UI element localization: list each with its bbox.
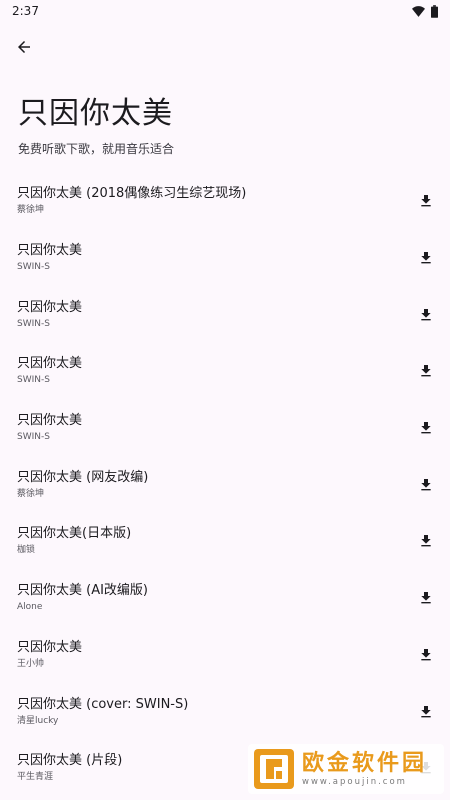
song-artist: 蔡徐坤 [17, 488, 45, 499]
app-bar [0, 22, 450, 72]
song-item[interactable]: 只因你太美 SWIN-S [0, 286, 450, 343]
watermark-logo [254, 749, 294, 789]
page-subtitle: 免费听歌下歌，就用音乐适合 [18, 142, 175, 156]
song-item[interactable]: 只因你太美 (2018偶像练习生综艺现场) 蔡徐坤 [0, 173, 450, 230]
song-artist: SWIN-S [17, 375, 50, 386]
song-title: 只因你太美 [17, 356, 83, 372]
download-button[interactable] [414, 359, 438, 383]
song-text: 只因你太美 SWIN-S [17, 242, 82, 274]
song-artist: SWIN-S [17, 318, 50, 329]
song-artist: 王小帅 [17, 658, 45, 669]
page-title: 只因你太美 [18, 96, 173, 131]
song-title: 只因你太美 (片段) [17, 753, 123, 769]
song-text: 只因你太美 (片段) 平生青涯 [17, 752, 122, 784]
song-item[interactable]: 只因你太美 王小帅 [0, 627, 450, 684]
download-button[interactable] [414, 246, 438, 270]
status-icons [412, 4, 438, 18]
song-text: 只因你太美 (cover: SWIN-S) 清星lucky [17, 696, 188, 728]
battery-icon [431, 4, 438, 18]
download-button[interactable] [414, 303, 438, 327]
download-icon [421, 535, 431, 547]
download-button[interactable] [414, 189, 438, 213]
status-time: 2:37 [12, 4, 39, 18]
song-artist: 清星lucky [17, 715, 59, 726]
watermark: 欧金软件园 www.apoujin.com [248, 744, 444, 794]
song-title: 只因你太美 (AI改编版) [17, 583, 149, 599]
song-item[interactable]: 只因你太美 SWIN-S [0, 230, 450, 287]
song-list: 只因你太美 (2018偶像练习生综艺现场) 蔡徐坤 只因你太美 SWIN-S 只因你太美… [0, 173, 450, 797]
song-title: 只因你太美 [17, 639, 83, 655]
wifi-icon [412, 5, 425, 17]
watermark-text: 欧金软件园 [302, 751, 428, 776]
download-button[interactable] [414, 586, 438, 610]
back-button[interactable] [12, 35, 36, 59]
song-item[interactable]: 只因你太美 SWIN-S [0, 343, 450, 400]
song-item[interactable]: 只因你太美 (AI改编版) Alone [0, 570, 450, 627]
song-text: 只因你太美 (2018偶像练习生综艺现场) 蔡徐坤 [17, 185, 246, 217]
song-text: 只因你太美 王小帅 [17, 639, 82, 671]
download-icon [421, 308, 431, 321]
song-title: 只因你太美 [17, 243, 83, 259]
song-title: 只因你太美(日本版) [17, 526, 132, 542]
song-text: 只因你太美 (网友改编) 蔡徐坤 [17, 469, 148, 501]
song-text: 只因你太美 (AI改编版) Alone [17, 582, 148, 614]
song-artist: SWIN-S [17, 432, 50, 443]
song-artist: 平生青涯 [17, 772, 54, 783]
song-text: 只因你太美 SWIN-S [17, 299, 82, 331]
song-artist: Alone [17, 602, 43, 613]
song-text: 只因你太美 SWIN-S [17, 412, 82, 444]
download-icon [421, 422, 431, 434]
arrow-left-icon [18, 41, 30, 53]
download-button[interactable] [414, 529, 438, 553]
song-artist: 枷锁 [17, 545, 36, 556]
song-artist: 蔡徐坤 [17, 205, 45, 216]
song-title: 只因你太美 (cover: SWIN-S) [17, 696, 189, 712]
song-artist: SWIN-S [17, 262, 50, 273]
song-item[interactable]: 只因你太美(日本版) 枷锁 [0, 513, 450, 570]
page-header: 只因你太美 免费听歌下歌，就用音乐适合 [0, 72, 450, 157]
song-item[interactable]: 只因你太美 (网友改编) 蔡徐坤 [0, 456, 450, 513]
song-title: 只因你太美 [17, 413, 83, 429]
download-button[interactable] [414, 416, 438, 440]
watermark-url: www.apoujin.com [302, 777, 407, 787]
download-icon [421, 365, 431, 377]
song-title: 只因你太美 (网友改编) [17, 469, 149, 485]
song-title: 只因你太美 [17, 299, 83, 315]
download-icon [421, 478, 431, 491]
download-button[interactable] [414, 643, 438, 667]
download-button[interactable] [414, 700, 438, 724]
song-text: 只因你太美 SWIN-S [17, 355, 82, 387]
download-icon [421, 195, 431, 207]
download-icon [421, 705, 431, 717]
song-item[interactable]: 只因你太美 (cover: SWIN-S) 清星lucky [0, 683, 450, 740]
status-bar: 2:37 [0, 0, 450, 22]
song-title: 只因你太美 (2018偶像练习生综艺现场) [17, 186, 247, 202]
song-text: 只因你太美(日本版) 枷锁 [17, 525, 131, 557]
song-item[interactable]: 只因你太美 SWIN-S [0, 400, 450, 457]
download-button[interactable] [414, 473, 438, 497]
download-icon [421, 252, 431, 264]
download-icon [421, 648, 431, 661]
download-icon [421, 592, 431, 604]
